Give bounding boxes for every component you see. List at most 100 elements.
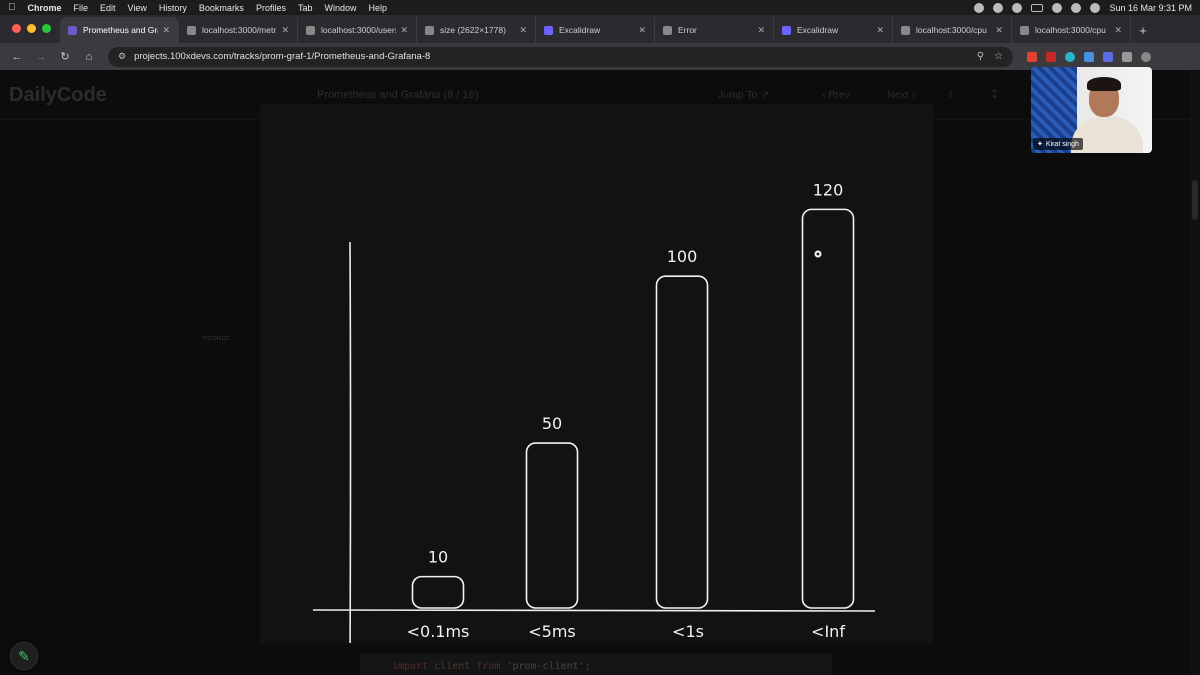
menu-file[interactable]: File [74, 3, 89, 13]
next-button[interactable]: Next › [887, 89, 915, 101]
wifi-icon[interactable] [1052, 2, 1063, 13]
record-status-icon[interactable] [993, 2, 1004, 13]
bar-category-label: <Inf [811, 622, 845, 641]
tab-favicon-icon [901, 25, 910, 35]
person-hair [1087, 77, 1121, 91]
menu-history[interactable]: History [159, 3, 187, 13]
browser-tab[interactable]: localhost:3000/metr ✕ [179, 17, 298, 43]
zoom-status-icon[interactable] [974, 2, 985, 13]
extension-icon[interactable] [1103, 51, 1113, 62]
code-keyword: import [392, 661, 429, 672]
menu-profiles[interactable]: Profiles [256, 3, 286, 13]
scrollbar-thumb[interactable] [1192, 180, 1198, 220]
tab-favicon-icon [782, 25, 791, 35]
url-text[interactable]: projects.100xdevs.com/tracks/prom-graf-1… [134, 51, 430, 62]
site-info-icon[interactable]: ⚙ [118, 51, 126, 62]
extension-icon[interactable] [1046, 51, 1056, 62]
tab-close-icon[interactable]: ✕ [995, 25, 1003, 36]
edit-pencil-button[interactable]: ✎ [10, 642, 38, 670]
tab-favicon-icon [1020, 25, 1029, 35]
status-area: Sun 16 Mar 9:31 PM [974, 2, 1192, 13]
tab-close-icon[interactable]: ✕ [638, 25, 646, 36]
tab-favicon-icon [306, 25, 315, 35]
tab-strip: Prometheus and Graf ✕ localhost:3000/metr ✕… [0, 15, 1200, 43]
tab-close-icon[interactable]: ✕ [281, 25, 289, 36]
menu-bookmarks[interactable]: Bookmarks [199, 3, 244, 13]
participant-name-tag: ✦ Kirat singh [1033, 138, 1083, 150]
back-icon[interactable]: ← [8, 51, 26, 63]
tab-close-icon[interactable]: ✕ [757, 25, 765, 36]
participant-name: Kirat singh [1045, 140, 1079, 148]
tab-label: localhost:3000/users [321, 25, 397, 35]
download-icon[interactable]: ↧ [990, 88, 999, 101]
histogram-chart: 10 <0.1ms 50 <5ms 100 <1s 120 <Inf [312, 180, 876, 643]
apple-icon[interactable]:  [8, 2, 16, 13]
browser-tab[interactable]: Excalidraw ✕ [536, 17, 655, 43]
prev-button[interactable]: ‹ Prev [822, 89, 850, 101]
search-status-icon[interactable] [1071, 2, 1082, 13]
jump-to-button[interactable]: Jump To ↗ [718, 89, 769, 101]
tab-close-icon[interactable]: ✕ [1114, 25, 1122, 36]
home-icon[interactable]: ⌂ [80, 51, 98, 63]
menu-help[interactable]: Help [368, 3, 387, 13]
extension-icon[interactable] [1084, 51, 1094, 62]
tab-favicon-icon [425, 25, 434, 35]
macos-menu-bar:  Chrome File Edit View History Bookmark… [0, 0, 1200, 15]
browser-tab[interactable]: localhost:3000/cpu ✕ [1012, 17, 1131, 43]
tab-label: Excalidraw [797, 25, 839, 35]
tabs-container: Prometheus and Graf ✕ localhost:3000/metr ✕… [60, 17, 1131, 43]
page-scrollbar[interactable] [1190, 70, 1200, 675]
browser-tab[interactable]: localhost:3000/users ✕ [298, 17, 417, 43]
reload-icon[interactable]: ↻ [56, 50, 74, 63]
react-devtools-icon[interactable] [1065, 51, 1075, 62]
menu-edit[interactable]: Edit [100, 3, 116, 13]
new-tab-button[interactable]: + [1131, 17, 1155, 43]
tab-close-icon[interactable]: ✕ [162, 25, 170, 36]
forward-icon[interactable]: → [32, 51, 50, 63]
webcam-overlay[interactable]: ✦ Kirat singh [1031, 67, 1152, 153]
bar-value-label: 120 [813, 180, 844, 199]
bookmark-star-icon[interactable]: ☆ [994, 51, 1003, 62]
battery-icon[interactable] [1031, 3, 1044, 12]
x-axis-line [312, 609, 876, 612]
excalidraw-drawing: 10 <0.1ms 50 <5ms 100 <1s 120 <Inf [260, 104, 933, 643]
bluetooth-status-icon[interactable] [1012, 2, 1023, 13]
menu-view[interactable]: View [128, 3, 147, 13]
zoom-window-button[interactable] [42, 24, 51, 33]
bar-0 [411, 575, 465, 609]
bar-3 [801, 208, 855, 609]
tab-favicon-icon [663, 25, 672, 35]
extension-icon[interactable] [1027, 51, 1037, 62]
theme-toggle-icon[interactable]: ☾ [948, 88, 958, 101]
menu-tab[interactable]: Tab [298, 3, 313, 13]
tab-label: localhost:3000/cpu [1035, 25, 1106, 35]
control-center-icon[interactable] [1090, 2, 1101, 13]
code-keyword-from: from [476, 661, 501, 672]
code-module: 'prom-client'; [506, 661, 591, 672]
window-controls [12, 24, 51, 33]
menu-window[interactable]: Window [324, 3, 356, 13]
bar-category-label: <5ms [528, 622, 576, 641]
bar-value-label: 100 [667, 247, 698, 266]
lesson-title: Prometheus and Grafana (8 / 16) [317, 89, 479, 101]
browser-tab[interactable]: Excalidraw ✕ [774, 17, 893, 43]
menu-app-name[interactable]: Chrome [28, 3, 62, 13]
bar-category-label: <1s [672, 622, 704, 641]
address-bar[interactable]: ⚙ projects.100xdevs.com/tracks/prom-graf… [108, 46, 1013, 67]
browser-tab[interactable]: size (2622×1778) ✕ [417, 17, 536, 43]
zoom-icon[interactable]: ⚲ [977, 51, 984, 62]
close-window-button[interactable] [12, 24, 21, 33]
extensions-puzzle-icon[interactable] [1122, 51, 1132, 62]
browser-tab[interactable]: Error ✕ [655, 17, 774, 43]
tab-close-icon[interactable]: ✕ [876, 25, 884, 36]
brand-logo[interactable]: DailyCode [9, 84, 107, 107]
tab-close-icon[interactable]: ✕ [519, 25, 527, 36]
browser-tab[interactable]: localhost:3000/cpu ✕ [893, 17, 1012, 43]
y-axis-line [349, 241, 352, 643]
minimize-window-button[interactable] [27, 24, 36, 33]
datetime[interactable]: Sun 16 Mar 9:31 PM [1109, 3, 1192, 13]
tab-close-icon[interactable]: ✕ [400, 25, 408, 36]
browser-tab[interactable]: Prometheus and Graf ✕ [60, 17, 179, 43]
tab-label: Excalidraw [559, 25, 601, 35]
profile-avatar[interactable] [1141, 51, 1151, 62]
